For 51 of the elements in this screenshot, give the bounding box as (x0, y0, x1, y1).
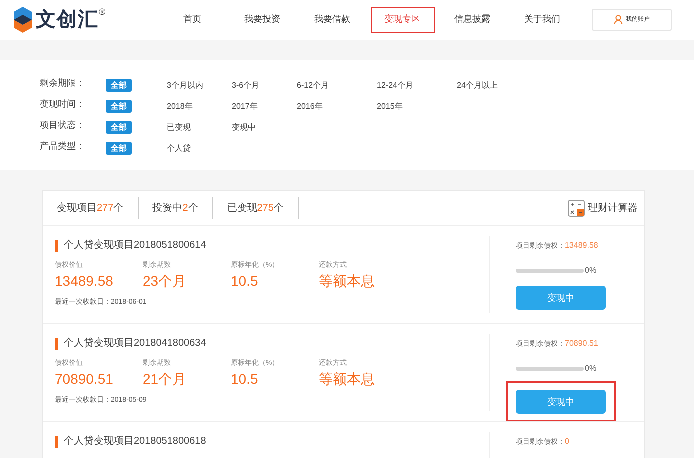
filter-label: 剩余期限： (40, 76, 86, 90)
stat-value: 等额本息 (319, 370, 376, 388)
filter-option[interactable]: 全部 (106, 92, 167, 116)
filter-option[interactable]: 全部 (106, 134, 167, 158)
stat-value: 等额本息 (319, 272, 376, 290)
calculator-link[interactable]: 理财计算器 (588, 200, 638, 216)
tab[interactable]: 投资中2个 (138, 197, 214, 219)
item-title: 个人贷变现项目2018051800614 (64, 238, 206, 253)
stat-value: 21个月 (143, 370, 188, 388)
item-title: 个人贷变现项目2018051800618 (64, 434, 206, 449)
stat-value: 23个月 (143, 272, 188, 290)
stat-value: 10.5 (231, 370, 260, 388)
nav-link[interactable]: 我要投资 (230, 7, 295, 33)
stat-value: 13489.58 (55, 272, 114, 290)
filter-option[interactable]: 2016年 (297, 92, 377, 116)
accent-bar (55, 338, 58, 350)
filter-label: 变现时间： (40, 98, 86, 111)
accent-bar (55, 436, 58, 448)
filter-option[interactable]: 3个月以内 (167, 72, 232, 96)
registered-mark: ® (99, 6, 106, 19)
filter-option[interactable]: 个人贷 (167, 134, 232, 158)
progress-percent: 0% (585, 362, 597, 374)
filter-option[interactable]: 3-6个月 (232, 72, 297, 96)
nav-link[interactable]: 信息披露 (440, 7, 505, 33)
nav-link[interactable]: 变现专区 (370, 7, 435, 33)
calculator-icon (568, 200, 585, 216)
filter-label: 项目状态： (40, 118, 86, 132)
filter-option[interactable]: 12-24个月 (377, 72, 457, 96)
filter-option[interactable]: 已变现 (167, 114, 232, 138)
tab[interactable]: 变现项目 277个 (43, 197, 139, 219)
progress-percent: 0% (585, 264, 597, 276)
tab[interactable]: 已变现275个 (213, 197, 299, 219)
stat-value: 10.5 (231, 272, 260, 290)
filter-option[interactable]: 全部 (106, 114, 167, 138)
accent-bar (55, 240, 58, 252)
filter-option[interactable]: 6-12个月 (297, 72, 377, 96)
filter-option[interactable]: 2015年 (377, 92, 457, 116)
filter-option[interactable]: 24个月以上 (457, 72, 537, 96)
filter-label: 产品类型： (40, 140, 86, 153)
item-title: 个人贷变现项目2018041800634 (64, 336, 206, 351)
user-icon (614, 15, 623, 25)
filter-option[interactable]: 变现中 (232, 114, 297, 138)
logo-text: 文创汇 (36, 8, 99, 33)
stat-value: 70890.51 (55, 370, 114, 388)
filter-option[interactable]: 2018年 (167, 92, 232, 116)
filter-option[interactable]: 2017年 (232, 92, 297, 116)
nav-link[interactable]: 关于我们 (510, 7, 575, 33)
nav-link[interactable]: 我要借款 (300, 7, 365, 33)
hexagon-logo-icon (14, 7, 32, 33)
filter-option[interactable]: 全部 (106, 72, 167, 96)
nav-link[interactable]: 首页 (160, 7, 225, 33)
